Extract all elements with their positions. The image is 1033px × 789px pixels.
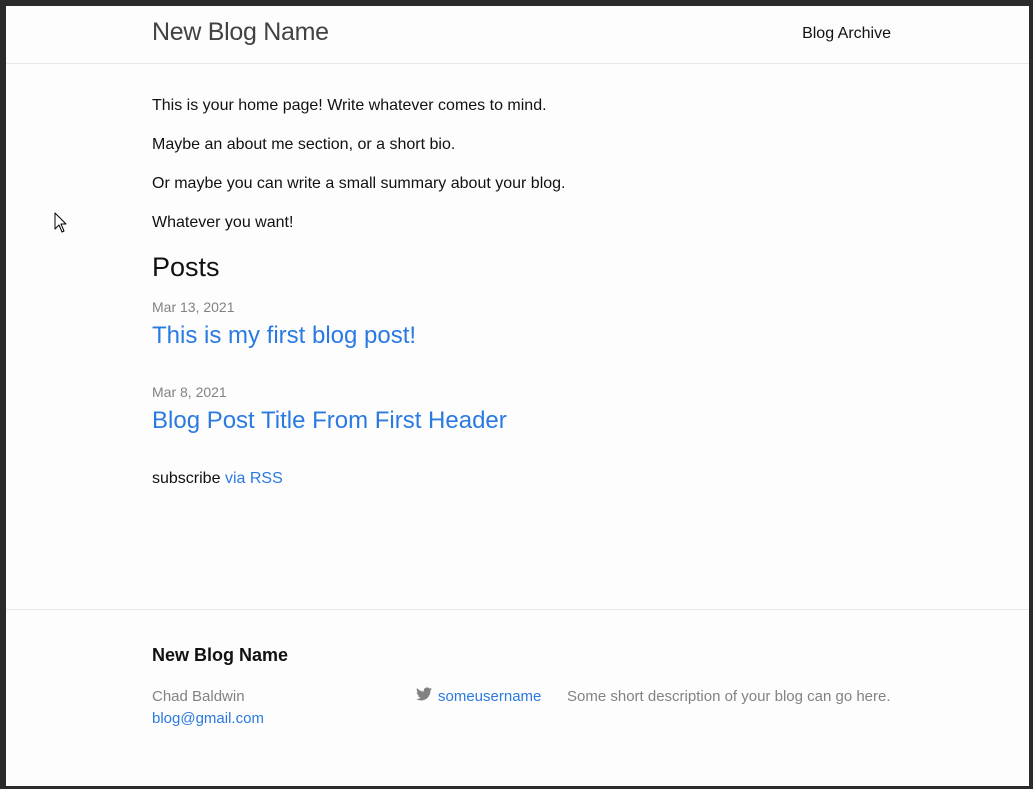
- browser-viewport: New Blog Name Blog Archive This is your …: [6, 6, 1029, 786]
- footer-author-name: Chad Baldwin: [152, 688, 245, 705]
- post-list: Mar 13, 2021 This is my first blog post!…: [152, 297, 892, 437]
- subscribe-line: subscribe via RSS: [152, 467, 892, 491]
- footer-contact: Chad Baldwin blog@gmail.com: [152, 686, 264, 730]
- post-list-item: Mar 13, 2021 This is my first blog post!: [152, 297, 892, 352]
- footer-description: Some short description of your blog can …: [567, 688, 891, 705]
- post-list-item: Mar 8, 2021 Blog Post Title From First H…: [152, 382, 892, 437]
- intro-paragraph: Or maybe you can write a small summary a…: [152, 175, 566, 192]
- site-header: New Blog Name Blog Archive: [6, 6, 1029, 64]
- footer-social: someusername: [416, 686, 541, 708]
- twitter-link[interactable]: someusername: [416, 686, 542, 705]
- mouse-pointer-icon: [54, 212, 67, 233]
- post-title-link[interactable]: Blog Post Title From First Header: [152, 405, 892, 437]
- rss-feed-link[interactable]: via RSS: [225, 470, 283, 487]
- twitter-icon: [416, 686, 432, 702]
- post-date: Mar 13, 2021: [152, 299, 235, 315]
- post-title-link[interactable]: This is my first blog post!: [152, 320, 892, 352]
- page-content: This is your home page! Write whatever c…: [152, 94, 892, 491]
- footer-heading: New Blog Name: [152, 645, 289, 665]
- intro-paragraph: This is your home page! Write whatever c…: [152, 97, 547, 114]
- twitter-username: someusername: [438, 688, 542, 705]
- intro-paragraph: Maybe an about me section, or a short bi…: [152, 136, 456, 153]
- posts-heading: Posts: [152, 252, 220, 282]
- nav-link-blog-archive[interactable]: Blog Archive: [802, 25, 891, 43]
- subscribe-label: subscribe: [152, 470, 221, 487]
- site-footer: New Blog Name Chad Baldwin blog@gmail.co…: [6, 609, 1029, 786]
- footer-email-link[interactable]: blog@gmail.com: [152, 708, 264, 730]
- site-title-link[interactable]: New Blog Name: [152, 18, 329, 47]
- intro-paragraph: Whatever you want!: [152, 214, 294, 231]
- post-date: Mar 8, 2021: [152, 384, 227, 400]
